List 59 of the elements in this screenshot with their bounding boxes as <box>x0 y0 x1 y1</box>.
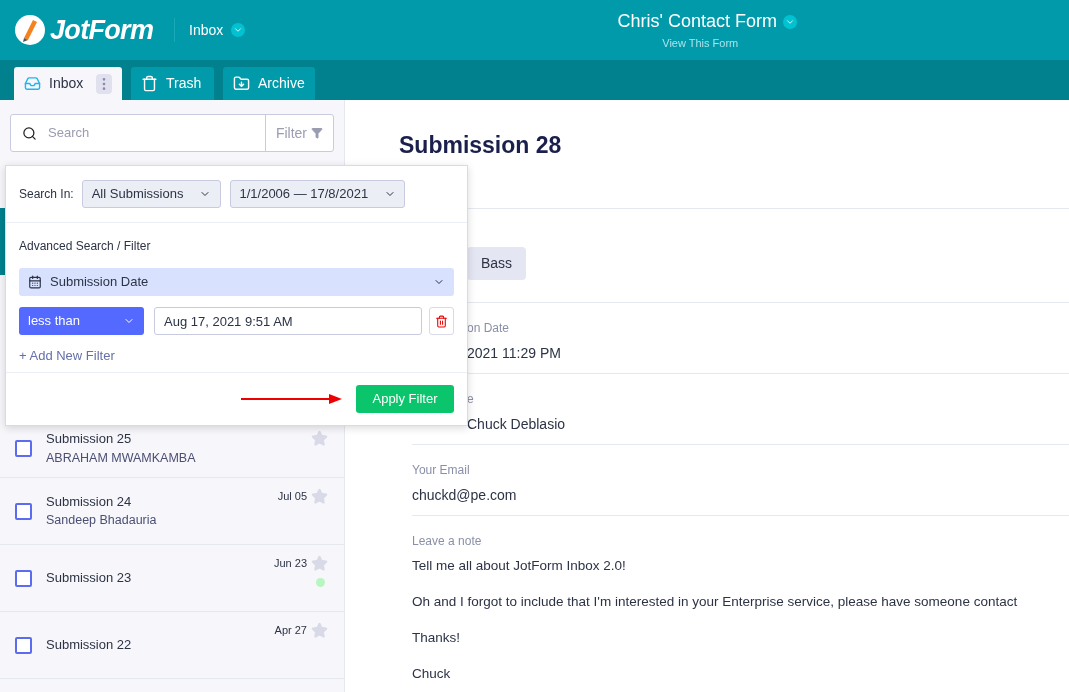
field-label: Leave a note <box>412 532 482 550</box>
submission-date: Jul 05 <box>277 489 307 505</box>
submission-date: Jun 23 <box>273 556 307 572</box>
add-filter-link[interactable]: + Add New Filter <box>19 346 115 366</box>
tab[interactable]: Trash <box>131 67 214 100</box>
submitter-name: Sandeep Bhadauria <box>46 512 157 530</box>
arrow-icon <box>241 394 342 404</box>
advanced-search-title: Advanced Search / Filter <box>19 238 151 255</box>
field-value: 2021 11:29 PM <box>467 343 561 363</box>
submission-title: Submission 25 <box>46 430 133 449</box>
submission-row[interactable]: Submission 22 Apr 27 <box>0 612 344 679</box>
star-icon[interactable] <box>311 430 328 447</box>
checkbox[interactable] <box>15 636 32 654</box>
calendar-icon <box>28 275 42 289</box>
operator-dropdown[interactable]: less than <box>19 307 144 335</box>
submission-title: Submission 22 <box>46 636 132 655</box>
submission-heading: Submission 28 <box>399 131 562 160</box>
star-icon[interactable] <box>311 488 328 505</box>
trash-icon <box>141 75 158 92</box>
note-paragraph: Chuck <box>412 664 451 683</box>
note-paragraph: Tell me all about JotForm Inbox 2.0! <box>412 556 626 575</box>
submission-row[interactable]: Submission 24 Sandeep Bhadauria Jul 05 <box>0 478 344 545</box>
date-input[interactable]: Aug 17, 2021 9:51 AM <box>154 307 422 335</box>
submission-row[interactable]: Submission 23 Jun 23 <box>0 545 344 612</box>
pencil-logo-icon <box>14 14 46 46</box>
tab[interactable]: Inbox <box>14 67 122 100</box>
date-range-dropdown[interactable]: 1/1/2006 — 17/8/2021 <box>230 180 406 208</box>
field-label: on Date <box>467 319 510 337</box>
delete-button[interactable] <box>429 307 454 335</box>
checkbox[interactable] <box>15 569 32 587</box>
trash-icon <box>435 314 448 328</box>
logo-text: JotForm <box>50 13 154 47</box>
star-icon[interactable] <box>311 555 328 572</box>
field-label: e <box>467 390 474 408</box>
filter-button[interactable]: Filter <box>264 115 333 151</box>
more-icon[interactable] <box>96 73 112 94</box>
checkbox[interactable] <box>15 440 32 457</box>
answer-chip: Bass <box>467 246 527 280</box>
submission-title: Submission 24 <box>46 492 133 511</box>
field-dropdown[interactable]: Submission Date <box>19 268 454 296</box>
note-paragraph: Oh and I forgot to include that I'm interested in your Enterprise service, please have someone contact <box>412 592 1018 611</box>
search-icon <box>22 125 37 141</box>
search-field[interactable]: Search Filter <box>10 114 334 152</box>
scope-dropdown[interactable]: All Submissions <box>81 180 222 208</box>
submission-title: Submission 23 <box>46 569 132 588</box>
star-icon[interactable] <box>311 622 328 639</box>
field-label: Your Email <box>412 461 470 479</box>
section-dropdown[interactable]: Inbox <box>189 19 246 41</box>
checkbox[interactable] <box>15 502 32 520</box>
field-value: Chuck Deblasio <box>467 414 566 434</box>
filter-icon <box>311 127 323 139</box>
search-in-label: Search In: <box>19 186 74 203</box>
tab[interactable]: Archive <box>223 67 315 100</box>
field-value: chuckd@pe.com <box>412 485 517 505</box>
submission-date: Apr 27 <box>274 623 307 639</box>
submitter-name: ABRAHAM MWAMKAMBA <box>46 449 196 467</box>
chevron-down-icon <box>233 25 244 35</box>
note-paragraph: Thanks! <box>412 628 461 647</box>
form-title-dropdown[interactable]: Chris' Contact Form <box>617 8 797 36</box>
